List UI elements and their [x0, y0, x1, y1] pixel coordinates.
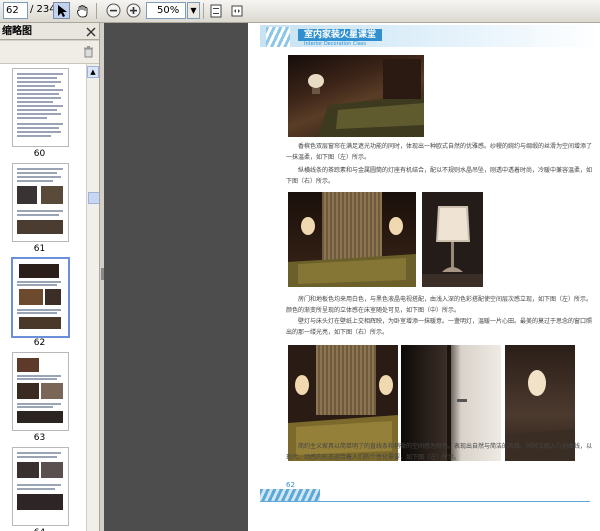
page-total-label: / 234: [30, 4, 56, 15]
thumbnail-label: 62: [33, 338, 46, 348]
select-tool-icon: [57, 4, 67, 17]
page-number: 62: [286, 481, 295, 489]
curtain-bedroom-photo: [288, 192, 416, 287]
thumbnail-list[interactable]: 60 61 62 63 64: [0, 64, 86, 531]
zoom-out-button[interactable]: [105, 2, 122, 19]
paragraph-2: 纵横线条的茶踪素和与金属圆筒的灯座有机结合，配以不规则水晶吊坠，刚透中透着时尚，…: [286, 167, 593, 185]
thumbnail-label: 63: [33, 433, 46, 443]
document-page: 室内家装火星课堂 Interior Decoration Class 香槟色双层…: [248, 23, 600, 531]
fit-width-button[interactable]: [228, 2, 245, 19]
header-decoration: [266, 27, 290, 47]
page-header-title: 室内家装火星课堂: [298, 29, 383, 41]
page-header-banner: 室内家装火星课堂 Interior Decoration Class: [260, 25, 600, 47]
paragraph-3: 房门和地板色均来用白色，与黑色液晶电视搭配，由浅入深的色彩搭配使空间层次感立现，…: [286, 296, 593, 314]
footer-line: [260, 501, 590, 502]
paragraph-4: 壁灯与床头灯在壁纸上交相辉映，为卧室增添一抹暖意。一盏明灯，温暖一片心田。最美的…: [286, 318, 593, 336]
toolbar: 62 / 234 50% ▼: [0, 0, 600, 23]
paragraph-1: 香槟色双层窗帘在满足遮光功能的同时，体现出一种欧式自然的优雅感。纱幔的婉约与绸缎…: [286, 143, 593, 161]
select-tool-button[interactable]: [53, 2, 70, 19]
hand-tool-icon: [76, 4, 87, 17]
hand-tool-button[interactable]: [74, 2, 91, 19]
toolbar-separator: [203, 3, 204, 19]
thumbnail-page-63[interactable]: [12, 352, 69, 431]
zoom-dropdown-icon: ▼: [190, 6, 197, 15]
fit-width-icon: [231, 5, 242, 16]
toolbar-separator: [96, 3, 97, 19]
bedroom-photo: [288, 55, 424, 137]
thumbnail-label: 61: [33, 244, 46, 254]
zoom-dropdown-button[interactable]: ▼: [187, 2, 200, 19]
fit-page-icon: [210, 4, 221, 17]
scroll-up-icon[interactable]: ▲: [87, 66, 99, 78]
zoom-in-icon: [126, 3, 141, 18]
fit-page-button[interactable]: [207, 2, 224, 19]
paragraph-5: 简约主义家具以简单明了的直线条和稍微的空间感为特色。表现出自然与简洁的风格，同时…: [286, 443, 593, 461]
thumbnail-scrollbar[interactable]: ▲: [86, 64, 100, 531]
thumbnail-page-64[interactable]: [12, 447, 69, 526]
thumbnail-page-61[interactable]: [12, 163, 69, 242]
thumbnail-label: 60: [33, 149, 46, 159]
page-number-input[interactable]: 62: [3, 2, 28, 19]
footer-decoration: [260, 489, 320, 501]
zoom-out-icon: [106, 3, 121, 18]
thumbnail-page-62[interactable]: [11, 257, 70, 338]
lamp-photo: [422, 192, 483, 287]
trash-icon[interactable]: [83, 46, 94, 58]
zoom-level-input[interactable]: 50%: [146, 2, 186, 19]
close-icon[interactable]: [86, 27, 96, 37]
thumbnail-page-60[interactable]: [12, 68, 69, 147]
thumbnails-panel-title: 缩略图: [0, 23, 99, 40]
zoom-in-button[interactable]: [125, 2, 142, 19]
page-header-subtitle: Interior Decoration Class: [304, 41, 367, 47]
